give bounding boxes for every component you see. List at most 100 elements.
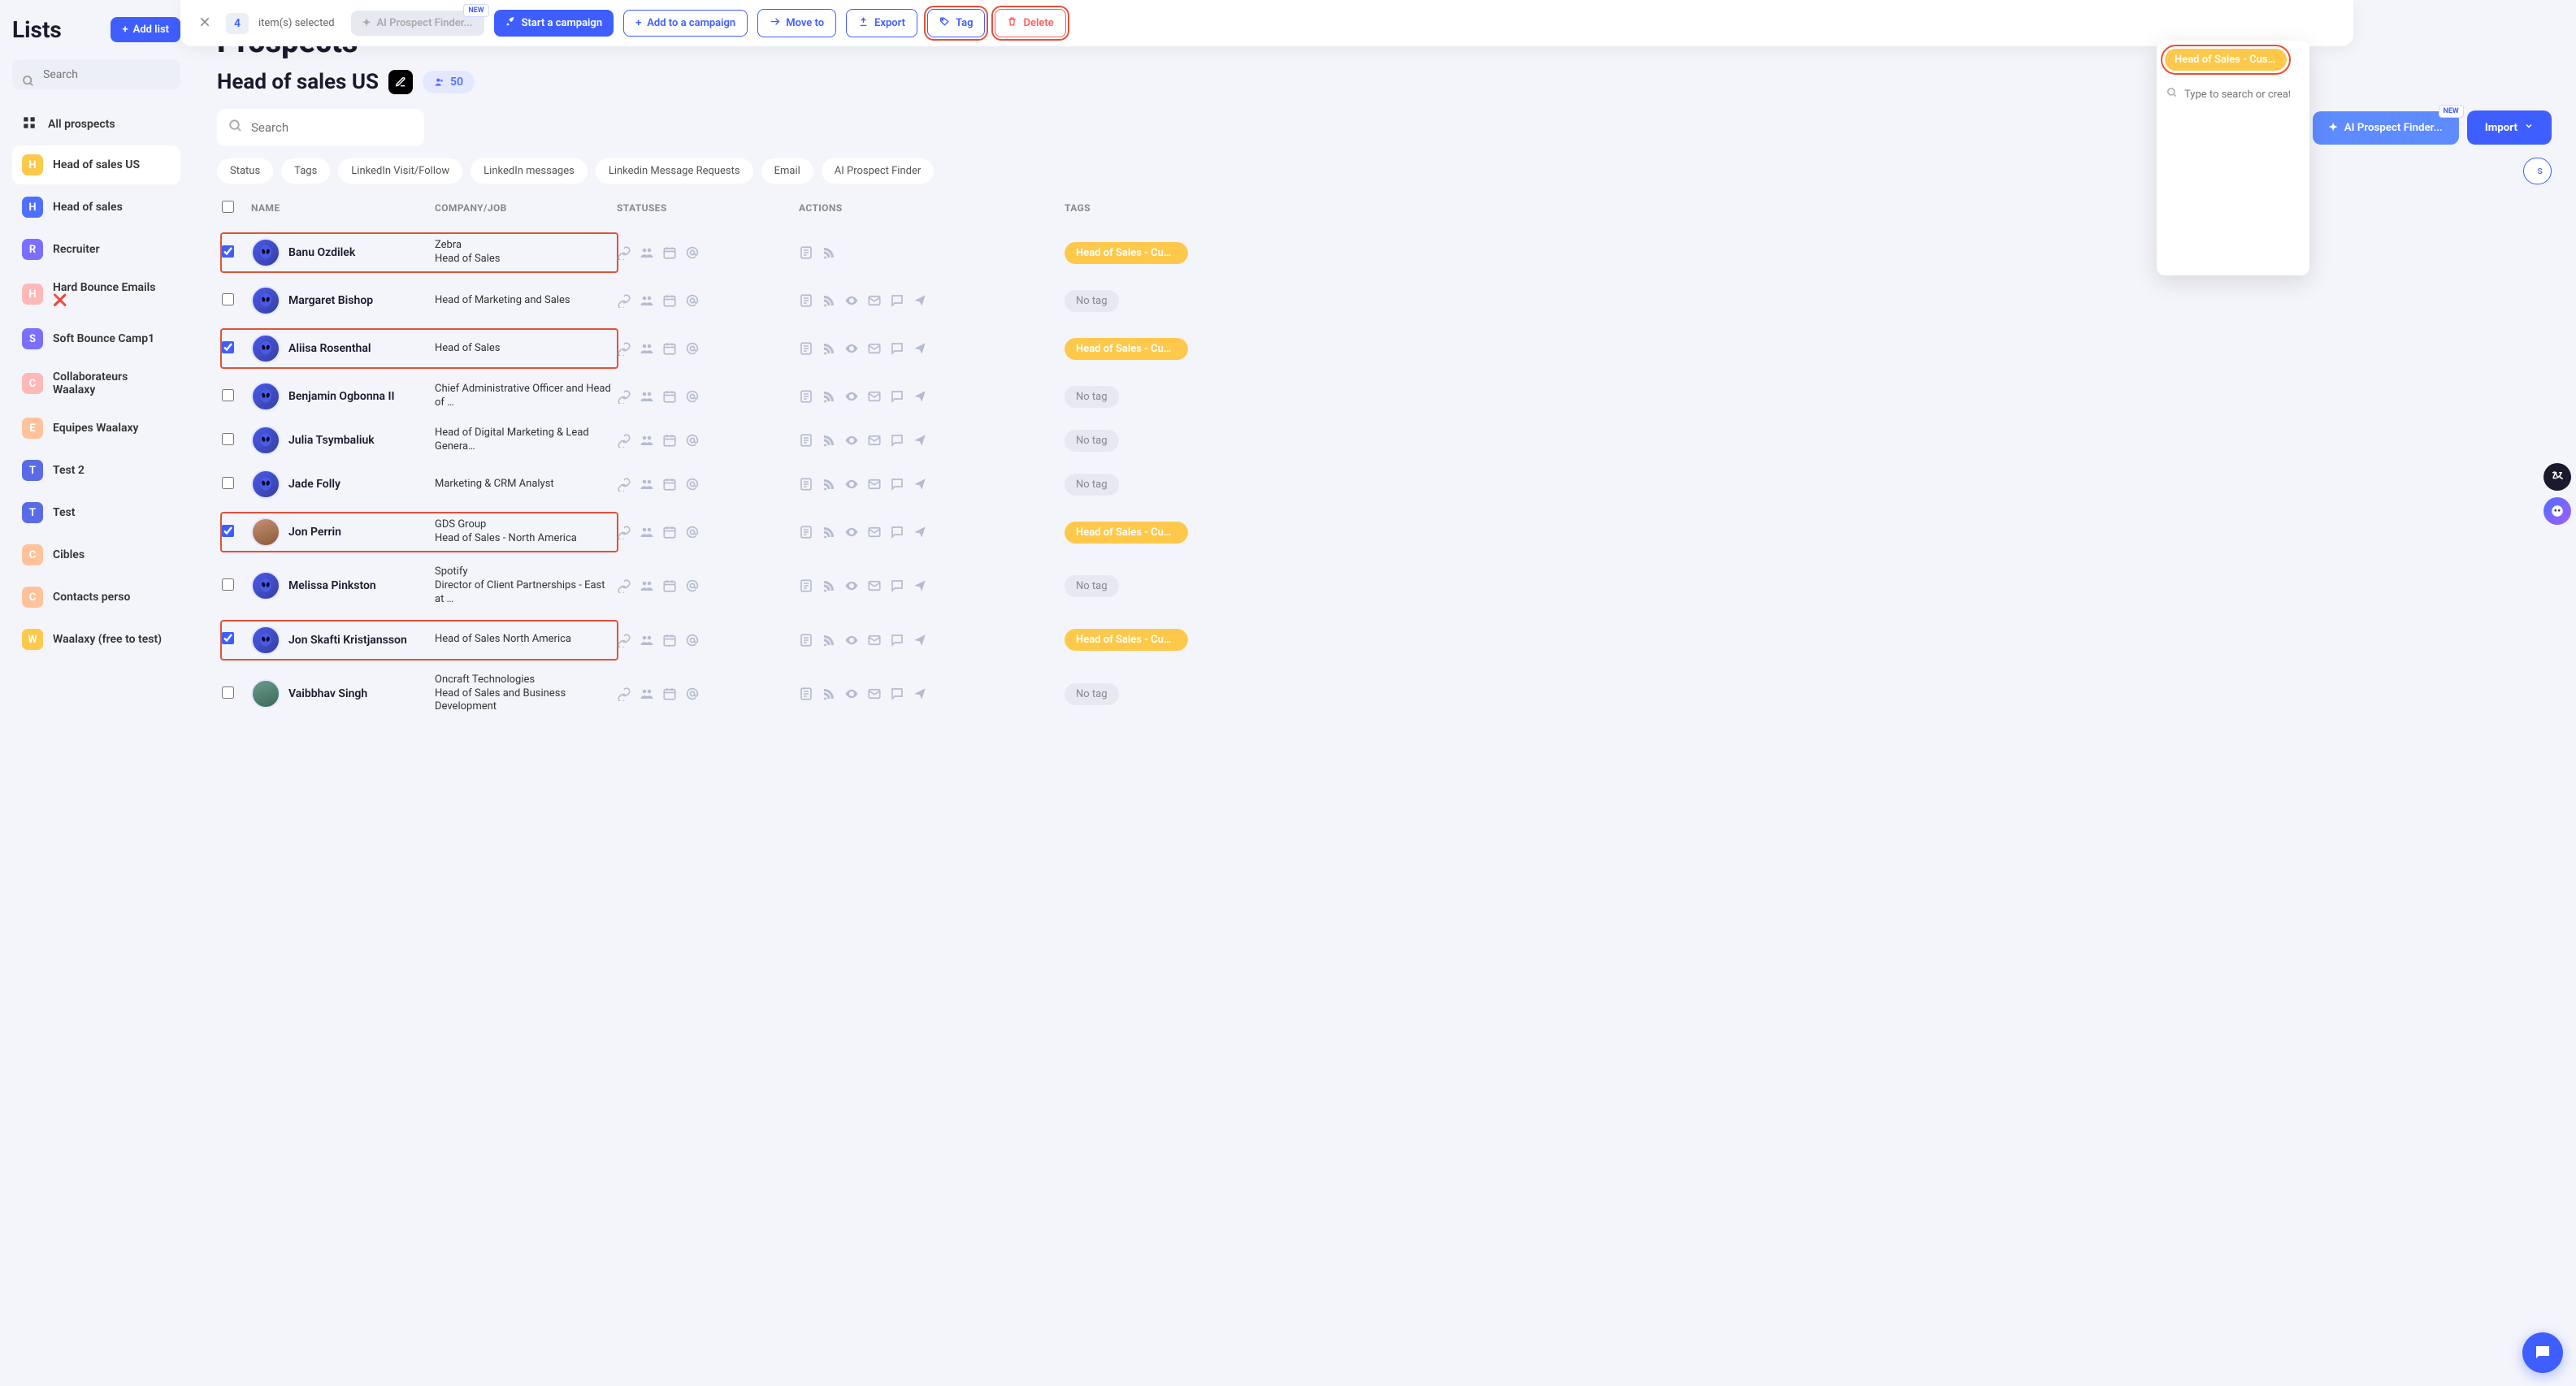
link-icon[interactable] bbox=[617, 293, 631, 308]
sidebar-item[interactable]: CContacts perso bbox=[12, 578, 180, 617]
at-icon[interactable] bbox=[685, 633, 700, 648]
close-icon[interactable] bbox=[198, 15, 211, 32]
rss-icon[interactable] bbox=[822, 633, 836, 648]
sidebar-item[interactable]: CCibles bbox=[12, 535, 180, 574]
link-icon[interactable] bbox=[617, 687, 631, 701]
table-row[interactable]: Aliisa Rosenthal Head of Sales Head of S… bbox=[217, 323, 2552, 375]
chat-button[interactable] bbox=[2522, 1332, 2563, 1373]
sidebar-item[interactable]: TTest 2 bbox=[12, 451, 180, 490]
send-icon[interactable] bbox=[913, 341, 927, 356]
message-icon[interactable] bbox=[890, 341, 904, 356]
calendar-icon[interactable] bbox=[662, 341, 677, 356]
note-icon[interactable] bbox=[799, 633, 813, 648]
group-icon[interactable] bbox=[640, 245, 654, 260]
rss-icon[interactable] bbox=[822, 525, 836, 539]
calendar-icon[interactable] bbox=[662, 389, 677, 404]
link-icon[interactable] bbox=[617, 525, 631, 539]
tag-search-input[interactable] bbox=[2184, 89, 2290, 101]
row-checkbox[interactable] bbox=[222, 632, 234, 644]
table-row[interactable]: Vaibbhav Singh Oncraft Technologies Head… bbox=[217, 666, 2552, 722]
eye-icon[interactable] bbox=[844, 687, 859, 701]
calendar-icon[interactable] bbox=[662, 633, 677, 648]
at-icon[interactable] bbox=[685, 578, 700, 593]
select-all-checkbox[interactable] bbox=[222, 201, 234, 213]
group-icon[interactable] bbox=[640, 578, 654, 593]
at-icon[interactable] bbox=[685, 525, 700, 539]
group-icon[interactable] bbox=[640, 341, 654, 356]
assistant-button[interactable] bbox=[2543, 497, 2571, 525]
at-icon[interactable] bbox=[685, 341, 700, 356]
eye-icon[interactable] bbox=[844, 389, 859, 404]
at-icon[interactable] bbox=[685, 433, 700, 448]
note-icon[interactable] bbox=[799, 433, 813, 448]
rss-icon[interactable] bbox=[822, 245, 836, 260]
calendar-icon[interactable] bbox=[662, 687, 677, 701]
group-icon[interactable] bbox=[640, 633, 654, 648]
at-icon[interactable] bbox=[685, 389, 700, 404]
row-checkbox[interactable] bbox=[222, 525, 234, 537]
sidebar-item[interactable]: HHead of sales bbox=[12, 188, 180, 227]
sidebar-all-prospects[interactable]: All prospects bbox=[12, 106, 180, 142]
tag-badge[interactable]: Head of Sales - Cust… bbox=[1065, 629, 1188, 651]
send-icon[interactable] bbox=[913, 687, 927, 701]
add-to-campaign-button[interactable]: + Add to a campaign bbox=[623, 10, 748, 37]
note-icon[interactable] bbox=[799, 341, 813, 356]
tag-badge[interactable]: Head of Sales - Cust… bbox=[1065, 242, 1188, 264]
start-campaign-button[interactable]: Start a campaign bbox=[494, 10, 614, 37]
note-icon[interactable] bbox=[799, 525, 813, 539]
sidebar-item[interactable]: WWaalaxy (free to test) bbox=[12, 620, 180, 659]
message-icon[interactable] bbox=[890, 687, 904, 701]
message-icon[interactable] bbox=[890, 525, 904, 539]
rss-icon[interactable] bbox=[822, 477, 836, 492]
delete-button[interactable]: Delete bbox=[995, 9, 1065, 37]
link-icon[interactable] bbox=[617, 633, 631, 648]
no-tag-badge[interactable]: No tag bbox=[1065, 474, 1119, 496]
send-icon[interactable] bbox=[913, 477, 927, 492]
group-icon[interactable] bbox=[640, 525, 654, 539]
ai-prospect-button[interactable]: ✦ AI Prospect Finder... NEW bbox=[351, 11, 484, 36]
eye-icon[interactable] bbox=[844, 433, 859, 448]
rss-icon[interactable] bbox=[822, 293, 836, 308]
ai-prospect-finder-button[interactable]: ✦ AI Prospect Finder... NEW bbox=[2313, 111, 2459, 145]
group-icon[interactable] bbox=[640, 293, 654, 308]
group-icon[interactable] bbox=[640, 433, 654, 448]
row-checkbox[interactable] bbox=[222, 578, 234, 591]
eye-icon[interactable] bbox=[844, 341, 859, 356]
row-checkbox[interactable] bbox=[222, 389, 234, 401]
mail-icon[interactable] bbox=[867, 433, 882, 448]
message-icon[interactable] bbox=[890, 477, 904, 492]
eye-icon[interactable] bbox=[844, 578, 859, 593]
note-icon[interactable] bbox=[799, 389, 813, 404]
at-icon[interactable] bbox=[685, 687, 700, 701]
sidebar-item[interactable]: HHard Bounce Emails ❌ bbox=[12, 272, 180, 316]
import-button[interactable]: Import bbox=[2467, 110, 2552, 145]
message-icon[interactable] bbox=[890, 633, 904, 648]
table-row[interactable]: Margaret Bishop Head of Marketing and Sa… bbox=[217, 279, 2552, 323]
filter-chip[interactable]: Email bbox=[761, 158, 813, 184]
message-icon[interactable] bbox=[890, 578, 904, 593]
note-icon[interactable] bbox=[799, 578, 813, 593]
no-tag-badge[interactable]: No tag bbox=[1065, 430, 1119, 452]
message-icon[interactable] bbox=[890, 293, 904, 308]
send-icon[interactable] bbox=[913, 433, 927, 448]
filter-chip[interactable]: Linkedin Message Requests bbox=[596, 158, 753, 184]
no-tag-badge[interactable]: No tag bbox=[1065, 290, 1119, 312]
rss-icon[interactable] bbox=[822, 687, 836, 701]
at-icon[interactable] bbox=[685, 293, 700, 308]
send-icon[interactable] bbox=[913, 578, 927, 593]
link-icon[interactable] bbox=[617, 389, 631, 404]
mail-icon[interactable] bbox=[867, 293, 882, 308]
filter-chip[interactable]: LinkedIn messages bbox=[471, 158, 588, 184]
export-button[interactable]: Export bbox=[846, 9, 917, 37]
sidebar-item[interactable]: EEquipes Waalaxy bbox=[12, 409, 180, 448]
translate-button[interactable] bbox=[2543, 463, 2571, 491]
sidebar-item[interactable]: RRecruiter bbox=[12, 230, 180, 269]
rss-icon[interactable] bbox=[822, 389, 836, 404]
tag-badge[interactable]: Head of Sales - Cust… bbox=[1065, 338, 1188, 360]
mail-icon[interactable] bbox=[867, 687, 882, 701]
group-icon[interactable] bbox=[640, 389, 654, 404]
tag-option[interactable]: Head of Sales - Cust… bbox=[2165, 49, 2287, 71]
add-list-button[interactable]: + Add list bbox=[111, 17, 180, 42]
group-icon[interactable] bbox=[640, 687, 654, 701]
mail-icon[interactable] bbox=[867, 578, 882, 593]
